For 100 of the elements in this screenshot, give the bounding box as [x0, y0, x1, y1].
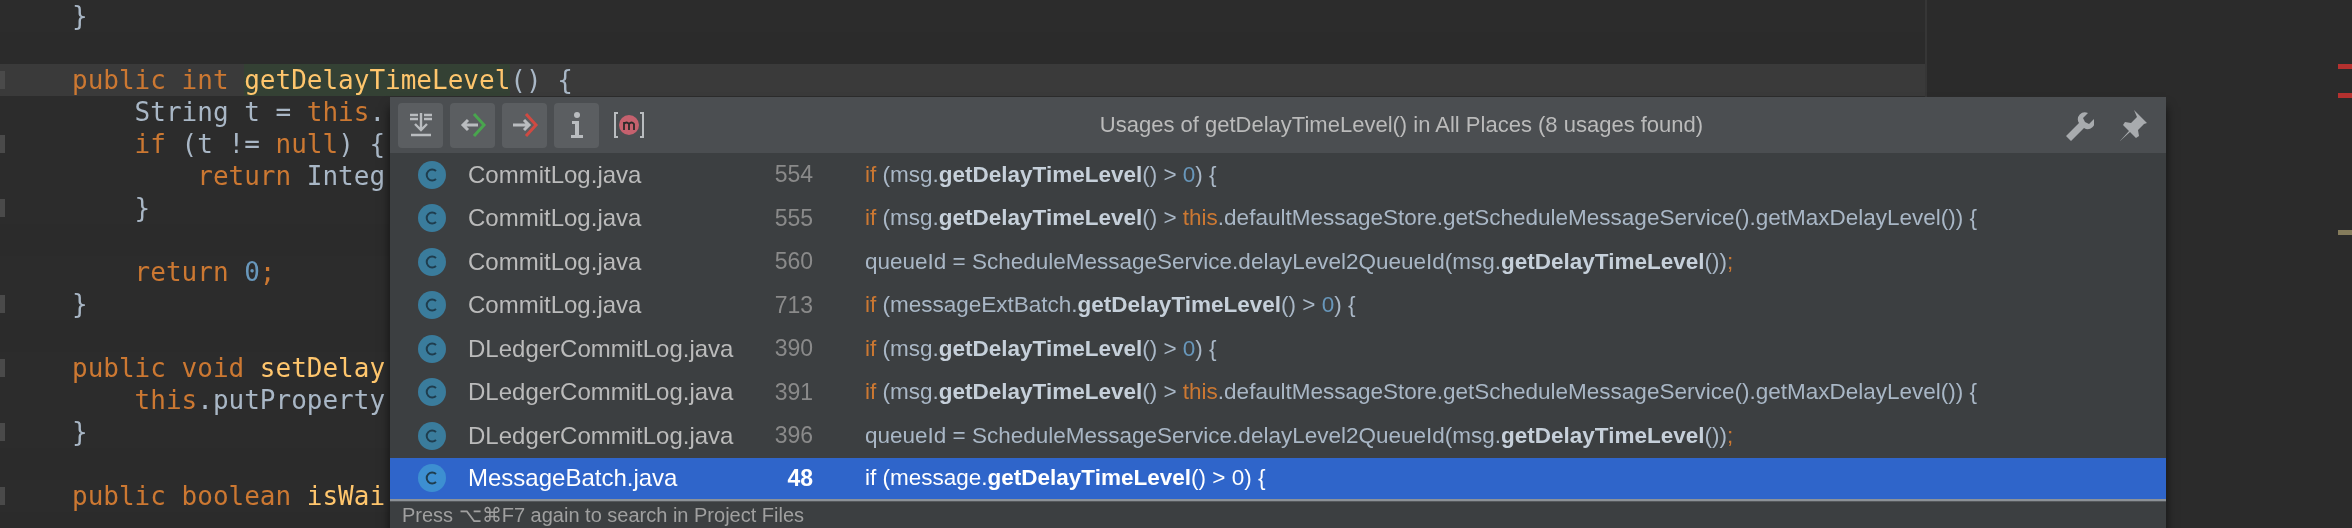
toolbar-toggle[interactable]: [502, 102, 547, 148]
code-text: () >: [1142, 161, 1178, 188]
number-literal: 0: [1182, 161, 1196, 188]
code-text: ) {: [1195, 161, 1217, 188]
usage-row[interactable]: DLedgerCommitLog.java 396 queueId = ScheduleMessageService.delayLevel2QueueId(msg.getDelayTimeLevel());: [390, 414, 2166, 458]
fold-marker[interactable]: [0, 135, 5, 153]
error-stripe-marker[interactable]: [2338, 230, 2352, 235]
keyword: null: [275, 128, 339, 160]
class-icon: [417, 333, 447, 364]
line-number: 391: [773, 378, 813, 406]
code-text: }: [72, 416, 88, 448]
class-icon: [417, 420, 447, 451]
code-text: Integ: [305, 160, 386, 192]
usage-highlight: getDelayTimeLevel: [938, 335, 1143, 362]
keyword: ;: [1726, 422, 1734, 449]
usage-highlight: getDelayTimeLevel: [938, 205, 1143, 232]
usage-highlight: getDelayTimeLevel: [1501, 422, 1705, 449]
error-stripe-marker[interactable]: [2338, 64, 2352, 69]
line-number: 554: [773, 161, 813, 189]
usage-row[interactable]: MessageBatch.java 48 if (message.getDelayTimeLevel() > 0) {: [390, 457, 2166, 501]
line-number: 396: [773, 422, 813, 450]
code-text: }: [133, 192, 151, 224]
usage-highlight: getDelayTimeLevel: [1501, 248, 1705, 275]
file-name: CommitLog.java: [468, 247, 643, 276]
class-icon: [417, 203, 447, 234]
usage-row[interactable]: CommitLog.java 555 if (msg.getDelayTimeLevel() > this.defaultMessageStore.getScheduleMessageService().getMaxDelayLevel()) {: [390, 196, 2166, 240]
usage-row[interactable]: CommitLog.java 554 if (msg.getDelayTimeLevel() > 0) {: [390, 153, 2166, 197]
class-icon: [417, 246, 447, 277]
code-text: ) {: [338, 128, 386, 160]
code-text: .defaultMessageStore.getScheduleMessageService().getMaxDelayLevel()) {: [1217, 205, 1977, 232]
keyword: this: [133, 384, 198, 416]
keyword: this: [1182, 379, 1218, 406]
fold-marker[interactable]: [0, 199, 5, 217]
keyword: if: [865, 161, 877, 188]
code-text: .: [369, 96, 386, 128]
code-text: (msg.: [881, 161, 939, 188]
popup-title: Usages of getDelayTimeLevel() in All Places (8 usages found): [1098, 112, 1705, 138]
usage-highlight: getDelayTimeLevel: [987, 465, 1191, 492]
line-number: 48: [786, 464, 813, 492]
line-number: 713: [773, 291, 813, 319]
keyword: if: [865, 335, 877, 362]
class-icon: [417, 159, 447, 190]
usage-row[interactable]: CommitLog.java 560 queueId = ScheduleMessageService.delayLevel2QueueId(msg.getDelayTimeLevel());: [390, 240, 2166, 284]
fold-marker[interactable]: [0, 423, 5, 441]
file-name: CommitLog.java: [468, 160, 643, 189]
number-literal: 0: [1231, 465, 1245, 492]
code-text: () >: [1142, 205, 1178, 232]
usage-row[interactable]: DLedgerCommitLog.java 390 if (msg.getDelayTimeLevel() > 0) {: [390, 327, 2166, 371]
code-text: () >: [1142, 379, 1178, 406]
keyword: ;: [1726, 248, 1734, 275]
line-number: 390: [773, 335, 813, 363]
code-text: (t !=: [180, 128, 261, 160]
file-name: CommitLog.java: [468, 204, 643, 233]
code-text: ) {: [1244, 465, 1266, 492]
toolbar-toggle[interactable]: [398, 102, 443, 148]
usage-highlight: getDelayTimeLevel: [1077, 292, 1282, 319]
keyword: if: [865, 205, 877, 232]
class-icon: [417, 377, 447, 408]
toolbar-toggle[interactable]: [554, 102, 599, 148]
keyword: if: [865, 292, 877, 319]
code-text: .putProperty: [197, 384, 386, 416]
usage-highlight: getDelayTimeLevel: [938, 379, 1143, 406]
class-icon: [417, 463, 447, 494]
usage-row[interactable]: DLedgerCommitLog.java 391 if (msg.getDelayTimeLevel() > this.defaultMessageStore.getScheduleMessageService().getMaxDelayLevel()) {: [390, 370, 2166, 414]
code-text: (msg.: [881, 379, 939, 406]
keyword: public void: [72, 352, 246, 384]
toolbar-toggle[interactable]: [450, 102, 495, 148]
code-text: queueId = ScheduleMessageService.delayLevel2QueueId(msg.: [865, 248, 1502, 275]
code-text: (messageExtBatch.: [881, 292, 1078, 319]
code-text: ()): [1704, 248, 1727, 275]
usage-highlight: getDelayTimeLevel: [938, 161, 1143, 188]
number-literal: 0: [1321, 292, 1335, 319]
file-name: DLedgerCommitLog.java: [468, 378, 735, 407]
usage-highlight: getDelayTimeLevel: [244, 64, 511, 96]
method-icon: [611, 110, 646, 140]
code-text: () >: [1142, 335, 1178, 362]
usage-row[interactable]: CommitLog.java 713 if (messageExtBatch.getDelayTimeLevel() > 0) {: [390, 283, 2166, 327]
class-icon: [417, 290, 447, 321]
fold-marker[interactable]: [0, 359, 5, 377]
line-number: 560: [773, 248, 813, 276]
keyword: ;: [259, 256, 276, 288]
code-text: (message.: [881, 465, 988, 492]
code-text: }: [72, 0, 88, 32]
code-text: queueId = ScheduleMessageService.delayLevel2QueueId(msg.: [865, 422, 1502, 449]
fold-marker[interactable]: [0, 487, 5, 505]
code-text: (msg.: [881, 335, 939, 362]
code-text: () >: [1191, 465, 1227, 492]
file-name: DLedgerCommitLog.java: [468, 421, 735, 450]
code-text: (msg.: [881, 205, 939, 232]
fold-marker[interactable]: [0, 295, 5, 313]
code-text: ) {: [1334, 292, 1356, 319]
code-text: () {: [510, 64, 573, 96]
keyword: if: [865, 465, 877, 492]
error-stripe-marker[interactable]: [2338, 93, 2352, 98]
code-text: }: [72, 288, 88, 320]
file-name: DLedgerCommitLog.java: [468, 334, 735, 363]
keyword: return: [133, 256, 230, 288]
code-text: () >: [1281, 292, 1317, 319]
code-text: .defaultMessageStore.getScheduleMessageService().getMaxDelayLevel()) {: [1217, 379, 1977, 406]
method-name: setDelay: [259, 352, 386, 384]
